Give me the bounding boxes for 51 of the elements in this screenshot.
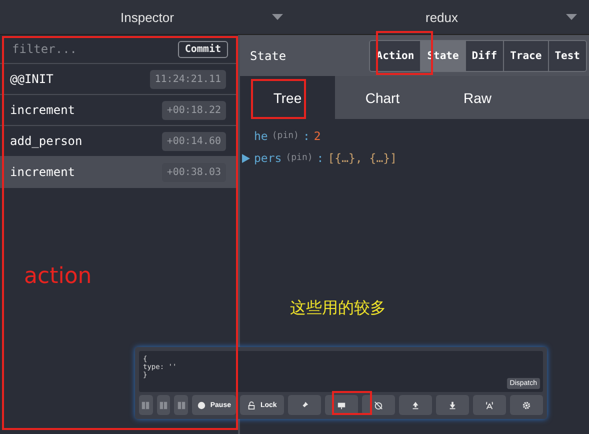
view-tab[interactable]: Chart [335,76,430,119]
filter-field[interactable]: filter... [10,41,178,57]
action-time: +00:14.60 [162,132,226,150]
annotation-text: action [24,264,92,289]
state-key: pers [254,151,282,165]
state-key: he [254,129,268,143]
download-icon [448,400,458,410]
state-value: [{…}, {…}] [328,151,397,165]
view-tab[interactable]: Tree [240,76,335,119]
pin-tag: (pin) [286,153,313,163]
instance-dropdown[interactable]: Inspector [0,0,294,34]
record-icon [197,400,206,410]
toolbar-icon-button[interactable] [473,395,506,415]
colon: : [302,129,310,143]
toolbar-icon-button[interactable] [362,395,396,415]
inspector-tab[interactable]: Diff [464,40,504,70]
action-name: add_person [10,134,82,148]
pin-tag: (pin) [272,131,299,141]
layout-icon [159,400,168,410]
action-time: 11:24:21.11 [150,70,226,88]
action-time: +00:18.22 [162,100,226,120]
inspector-tab[interactable]: Trace [503,40,548,70]
lock-icon [247,400,256,410]
caret-icon [272,14,282,20]
instance-dropdown[interactable]: redux [294,0,589,34]
antenna-icon [485,400,494,410]
monitor-title: State [250,48,286,62]
expand-arrow-icon[interactable] [242,154,250,162]
annotation-text: 这些用的较多 [290,298,386,319]
action-item[interactable]: increment +00:38.03 [0,157,238,188]
view-tab[interactable]: Raw [430,76,525,119]
caret-icon [566,14,577,20]
action-time: +00:38.03 [162,162,226,182]
layout-icon [141,400,150,410]
inspector-tab[interactable]: Action [370,40,420,70]
action-item[interactable]: increment +00:18.22 [0,95,238,126]
upload-icon [411,400,420,410]
state-value: 2 [314,129,321,143]
toolbar-icon-button[interactable] [436,395,470,415]
timer-off-icon [374,400,384,410]
layout-icon [176,400,186,410]
action-name: @@INIT [10,72,54,86]
action-item[interactable]: @@INIT 11:24:21.11 [0,64,238,95]
toolbar-icon-button[interactable] [510,395,544,415]
action-name: increment [10,103,76,117]
settings-icon [522,400,532,410]
commit-button[interactable]: Commit [178,40,228,58]
inspector-tab[interactable]: Test [548,40,586,70]
colon: : [316,151,324,165]
action-name: increment [10,165,76,179]
toolbar-icon-button[interactable] [399,395,432,415]
